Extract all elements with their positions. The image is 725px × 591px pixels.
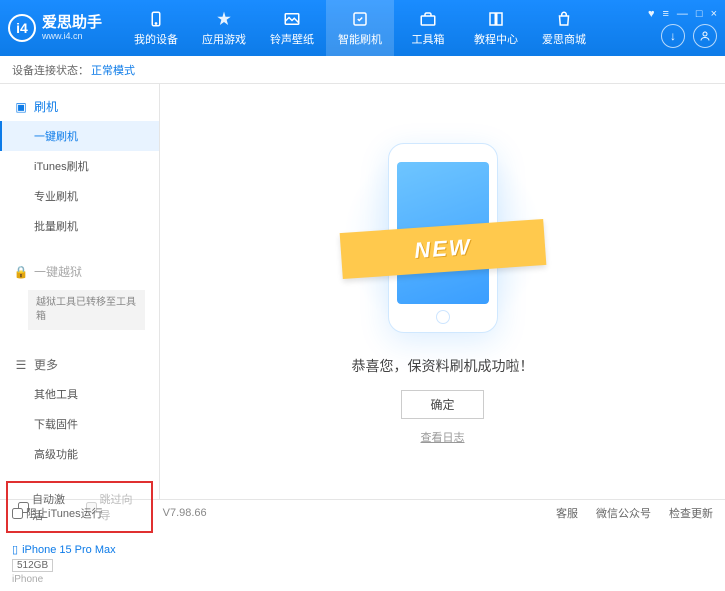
sidebar-head-jailbreak: 🔒一键越狱 bbox=[0, 257, 159, 286]
nav-apps[interactable]: 应用游戏 bbox=[190, 0, 258, 56]
list-icon: ☰ bbox=[14, 358, 28, 372]
main-content: NEW 恭喜您，保资料刷机成功啦！ 确定 查看日志 bbox=[160, 84, 725, 499]
sidebar-item-batch[interactable]: 批量刷机 bbox=[0, 211, 159, 241]
ok-button[interactable]: 确定 bbox=[401, 390, 483, 419]
nav-ringtones[interactable]: 铃声壁纸 bbox=[258, 0, 326, 56]
apps-icon bbox=[214, 9, 234, 29]
status-label: 设备连接状态： bbox=[12, 62, 89, 78]
sidebar-item-other[interactable]: 其他工具 bbox=[0, 379, 159, 409]
minimize-icon[interactable]: — bbox=[677, 8, 688, 20]
footer-support[interactable]: 客服 bbox=[556, 505, 578, 521]
device-icon bbox=[146, 9, 166, 29]
menu-icon[interactable]: ≡ bbox=[662, 8, 668, 20]
status-bar: 设备连接状态： 正常模式 bbox=[0, 56, 725, 84]
phone-small-icon: ▯ bbox=[12, 543, 18, 556]
flash-icon bbox=[350, 9, 370, 29]
book-icon bbox=[486, 9, 506, 29]
app-name: 爱思助手 bbox=[42, 15, 102, 32]
app-header: i4 爱思助手 www.i4.cn 我的设备 应用游戏 铃声壁纸 智能刷机 工具… bbox=[0, 0, 725, 56]
logo-icon: i4 bbox=[8, 14, 36, 42]
user-button[interactable] bbox=[693, 24, 717, 48]
window-controls: ♥ ≡ — □ × bbox=[648, 8, 717, 20]
gift-icon[interactable]: ♥ bbox=[648, 8, 655, 20]
sidebar-item-advanced[interactable]: 高级功能 bbox=[0, 439, 159, 469]
close-icon[interactable]: × bbox=[711, 8, 717, 20]
nav-toolbox[interactable]: 工具箱 bbox=[394, 0, 462, 56]
sidebar-head-more[interactable]: ☰更多 bbox=[0, 350, 159, 379]
logo: i4 爱思助手 www.i4.cn bbox=[8, 14, 102, 42]
view-log-link[interactable]: 查看日志 bbox=[421, 429, 465, 445]
sidebar-head-flash[interactable]: ▣刷机 bbox=[0, 92, 159, 121]
block-itunes-checkbox[interactable]: 阻止iTunes运行 bbox=[12, 505, 103, 521]
sidebar-item-itunes[interactable]: iTunes刷机 bbox=[0, 151, 159, 181]
nav-flash[interactable]: 智能刷机 bbox=[326, 0, 394, 56]
version-label: V7.98.66 bbox=[163, 507, 207, 519]
toolbox-icon bbox=[418, 9, 438, 29]
nav-my-device[interactable]: 我的设备 bbox=[122, 0, 190, 56]
jailbreak-note: 越狱工具已转移至工具箱 bbox=[28, 290, 145, 330]
download-button[interactable]: ↓ bbox=[661, 24, 685, 48]
nav-mall[interactable]: 爱思商城 bbox=[530, 0, 598, 56]
device-name[interactable]: ▯iPhone 15 Pro Max bbox=[12, 543, 147, 556]
new-ribbon: NEW bbox=[413, 234, 472, 264]
phone-icon: ▣ bbox=[14, 100, 28, 114]
device-info: ▯iPhone 15 Pro Max 512GB iPhone bbox=[0, 537, 159, 591]
sidebar-item-oneclick[interactable]: 一键刷机 bbox=[0, 121, 159, 151]
storage-badge: 512GB bbox=[12, 559, 53, 572]
success-message: 恭喜您，保资料刷机成功啦！ bbox=[352, 356, 534, 376]
footer-wechat[interactable]: 微信公众号 bbox=[596, 505, 651, 521]
status-value: 正常模式 bbox=[91, 62, 135, 78]
image-icon bbox=[282, 9, 302, 29]
maximize-icon[interactable]: □ bbox=[696, 8, 703, 20]
footer-update[interactable]: 检查更新 bbox=[669, 505, 713, 521]
sidebar-item-pro[interactable]: 专业刷机 bbox=[0, 181, 159, 211]
device-type: iPhone bbox=[12, 574, 147, 585]
lock-icon: 🔒 bbox=[14, 265, 28, 279]
sidebar: ▣刷机 一键刷机 iTunes刷机 专业刷机 批量刷机 🔒一键越狱 越狱工具已转… bbox=[0, 84, 160, 499]
app-url: www.i4.cn bbox=[42, 31, 102, 41]
nav-tutorials[interactable]: 教程中心 bbox=[462, 0, 530, 56]
success-illustration: NEW bbox=[363, 138, 523, 338]
main-nav: 我的设备 应用游戏 铃声壁纸 智能刷机 工具箱 教程中心 爱思商城 bbox=[122, 0, 648, 56]
sidebar-item-download[interactable]: 下载固件 bbox=[0, 409, 159, 439]
shop-icon bbox=[554, 9, 574, 29]
